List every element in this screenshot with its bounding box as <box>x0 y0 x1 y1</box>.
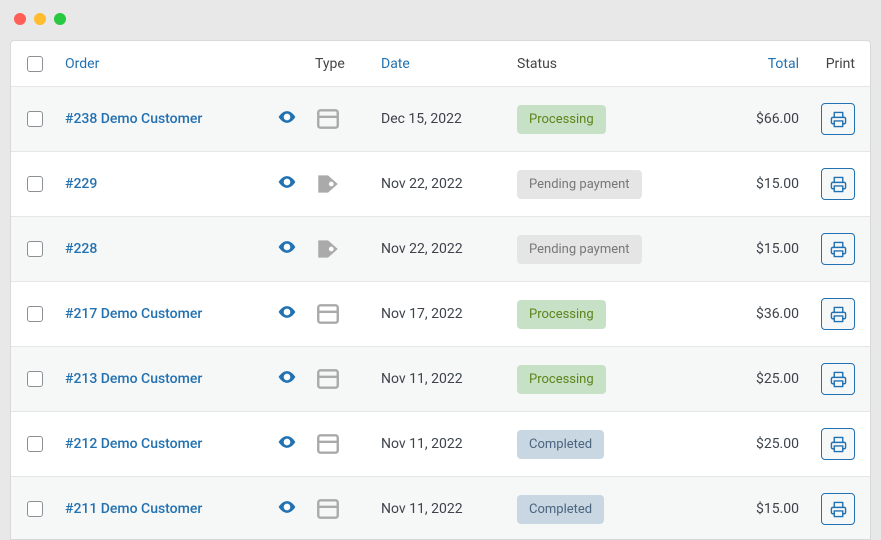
print-button[interactable] <box>821 168 855 200</box>
window-icon <box>315 106 341 132</box>
window-icon <box>315 496 341 522</box>
tag-icon <box>315 236 341 262</box>
printer-icon <box>830 111 847 128</box>
printer-icon <box>830 501 847 518</box>
row-select-checkbox[interactable] <box>27 436 43 452</box>
tag-icon <box>315 171 341 197</box>
status-badge: Pending payment <box>517 235 642 264</box>
table-row: #211 Demo Customer Nov 11, 2022 Completed $… <box>11 477 870 540</box>
window-icon <box>315 301 341 327</box>
row-select-checkbox[interactable] <box>27 371 43 387</box>
order-total: $15.00 <box>756 176 799 192</box>
order-total: $25.00 <box>756 436 799 452</box>
header-total[interactable]: Total <box>768 56 799 72</box>
print-button[interactable] <box>821 363 855 395</box>
minimize-window-button[interactable] <box>34 13 46 25</box>
order-link[interactable]: #217 Demo Customer <box>65 306 202 322</box>
window-icon <box>315 366 341 392</box>
preview-eye-icon[interactable] <box>277 367 297 391</box>
header-date[interactable]: Date <box>381 56 410 72</box>
table-row: #212 Demo Customer Nov 11, 2022 Completed $… <box>11 412 870 477</box>
order-total: $25.00 <box>756 371 799 387</box>
order-link[interactable]: #229 <box>65 176 97 192</box>
order-date: Nov 11, 2022 <box>381 501 463 517</box>
preview-eye-icon[interactable] <box>277 302 297 326</box>
header-status: Status <box>517 56 557 72</box>
row-select-checkbox[interactable] <box>27 501 43 517</box>
printer-icon <box>830 176 847 193</box>
status-badge: Completed <box>517 495 604 524</box>
window-icon <box>315 431 341 457</box>
table-row: #229 Nov 22, 2022 Pending payment $15.00 <box>11 152 870 217</box>
order-total: $36.00 <box>756 306 799 322</box>
table-header-row: Order Type Date Status Total Print <box>11 41 870 87</box>
order-link[interactable]: #211 Demo Customer <box>65 501 202 517</box>
table-row: #228 Nov 22, 2022 Pending payment $15.00 <box>11 217 870 282</box>
preview-eye-icon[interactable] <box>277 107 297 131</box>
table-row: #238 Demo Customer Dec 15, 2022 Processing… <box>11 87 870 152</box>
status-badge: Completed <box>517 430 604 459</box>
printer-icon <box>830 371 847 388</box>
preview-eye-icon[interactable] <box>277 432 297 456</box>
maximize-window-button[interactable] <box>54 13 66 25</box>
printer-icon <box>830 241 847 258</box>
order-date: Dec 15, 2022 <box>381 111 462 127</box>
order-link[interactable]: #238 Demo Customer <box>65 111 202 127</box>
orders-table: Order Type Date Status Total Print #238 … <box>10 40 871 540</box>
order-link[interactable]: #228 <box>65 241 97 257</box>
print-button[interactable] <box>821 428 855 460</box>
table-row: #217 Demo Customer Nov 17, 2022 Processing… <box>11 282 870 347</box>
close-window-button[interactable] <box>14 13 26 25</box>
printer-icon <box>830 306 847 323</box>
preview-eye-icon[interactable] <box>277 172 297 196</box>
order-date: Nov 11, 2022 <box>381 436 463 452</box>
order-total: $66.00 <box>756 111 799 127</box>
row-select-checkbox[interactable] <box>27 241 43 257</box>
order-date: Nov 22, 2022 <box>381 176 463 192</box>
app-window: Order Type Date Status Total Print #238 … <box>0 0 881 540</box>
row-select-checkbox[interactable] <box>27 111 43 127</box>
select-all-checkbox[interactable] <box>27 56 43 72</box>
preview-eye-icon[interactable] <box>277 497 297 521</box>
order-link[interactable]: #212 Demo Customer <box>65 436 202 452</box>
header-order[interactable]: Order <box>65 56 99 72</box>
print-button[interactable] <box>821 103 855 135</box>
print-button[interactable] <box>821 298 855 330</box>
order-link[interactable]: #213 Demo Customer <box>65 371 202 387</box>
preview-eye-icon[interactable] <box>277 237 297 261</box>
printer-icon <box>830 436 847 453</box>
print-button[interactable] <box>821 493 855 525</box>
order-total: $15.00 <box>756 241 799 257</box>
row-select-checkbox[interactable] <box>27 176 43 192</box>
table-row: #213 Demo Customer Nov 11, 2022 Processing… <box>11 347 870 412</box>
order-total: $15.00 <box>756 501 799 517</box>
order-date: Nov 11, 2022 <box>381 371 463 387</box>
status-badge: Processing <box>517 365 606 394</box>
header-type: Type <box>315 56 345 72</box>
order-date: Nov 22, 2022 <box>381 241 463 257</box>
status-badge: Pending payment <box>517 170 642 199</box>
titlebar <box>0 0 881 38</box>
row-select-checkbox[interactable] <box>27 306 43 322</box>
status-badge: Processing <box>517 300 606 329</box>
order-date: Nov 17, 2022 <box>381 306 463 322</box>
print-button[interactable] <box>821 233 855 265</box>
header-print: Print <box>826 56 855 72</box>
status-badge: Processing <box>517 105 606 134</box>
